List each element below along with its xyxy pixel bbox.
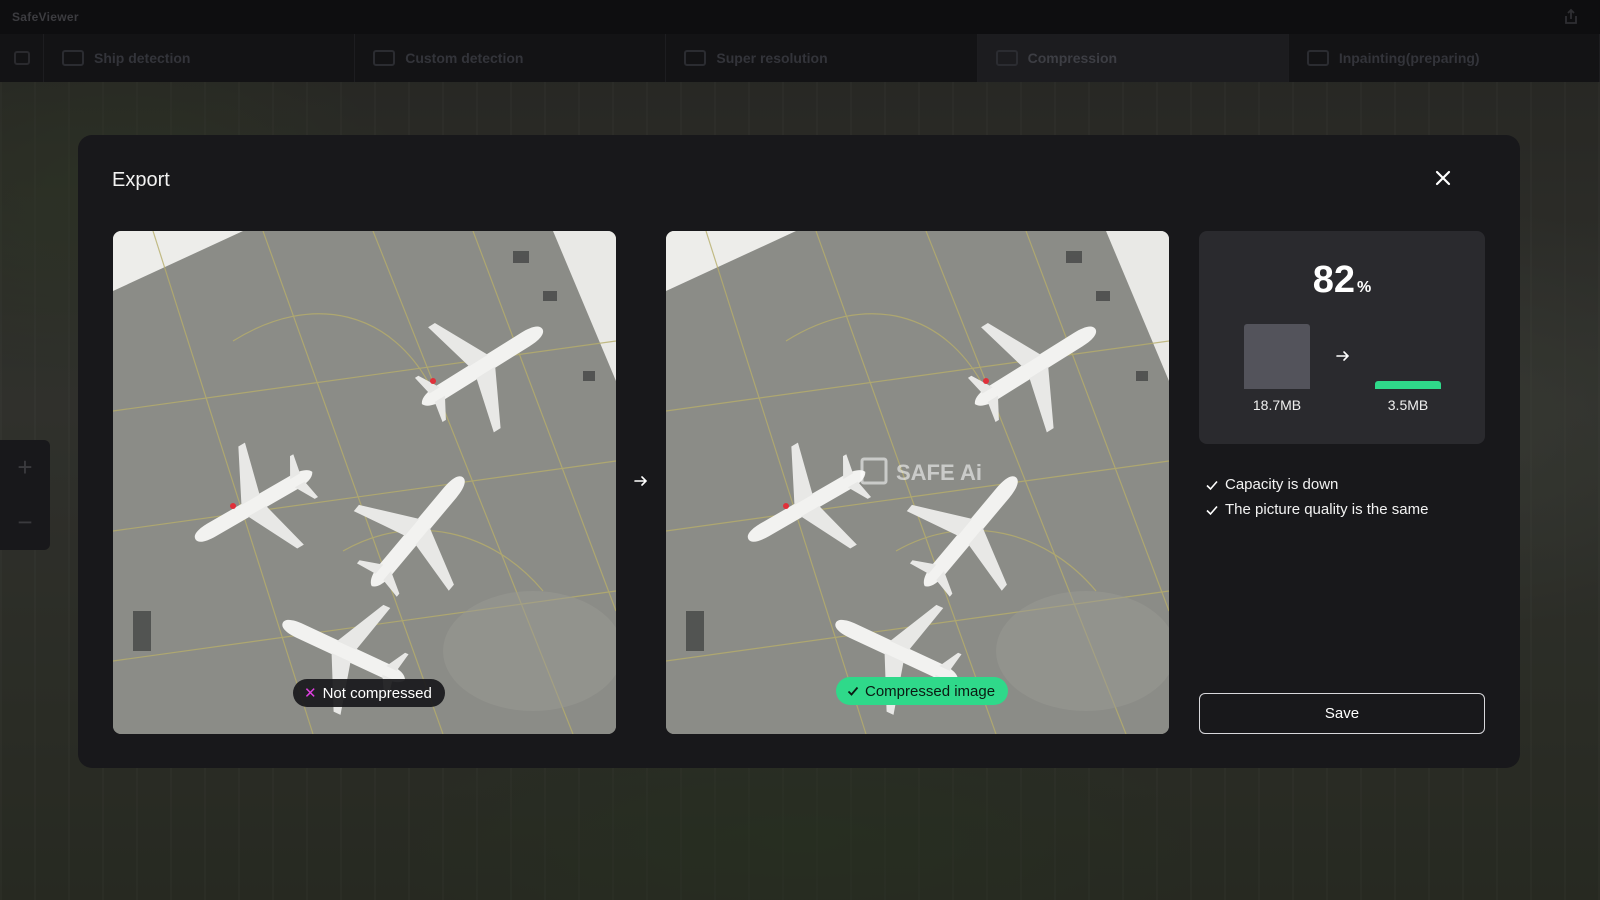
compression-percent: 82% [1199,259,1485,302]
tab-ship-detection[interactable]: Ship detection [44,34,356,82]
size-before-bar [1244,324,1310,389]
tab-label: Inpainting(preparing) [1338,50,1480,66]
tab-label: Ship detection [94,50,191,66]
close-icon[interactable] [1432,167,1454,189]
zoom-out-button[interactable]: − [0,495,50,550]
size-before-label: 18.7MB [1252,397,1302,413]
tab-label: Super resolution [716,50,828,66]
percent-value: 82 [1312,259,1356,301]
benefit-item: Capacity is down [1205,472,1428,497]
feature-tabs: Ship detection Custom detection Super re… [0,34,1600,82]
compressed-badge: Compressed image [836,677,1009,705]
not-compressed-badge: ✕ Not compressed [293,679,445,707]
benefit-label: The picture quality is the same [1225,501,1429,518]
airport-aerial-image [113,231,616,734]
size-after-label: 3.5MB [1387,397,1429,413]
zoom-controls: + − [0,440,50,550]
percent-unit: % [1357,279,1372,296]
tab-custom-detection[interactable]: Custom detection [355,34,667,82]
original-image-preview: ✕ Not compressed [113,231,616,734]
tab-icon [373,50,396,66]
tab-icon [684,50,707,66]
badge-label: Not compressed [322,684,432,702]
tab-home[interactable] [0,34,44,82]
tab-super-resolution[interactable]: Super resolution [666,34,978,82]
benefits-list: Capacity is down The picture quality is … [1205,472,1428,522]
tab-icon [1306,50,1329,66]
check-icon [1206,505,1218,515]
check-icon [847,686,859,696]
app-topbar: SafeViewer [0,0,1600,34]
tab-label: Custom detection [405,50,524,66]
airport-aerial-image: SAFE Ai [666,231,1169,734]
modal-title: Export [112,169,170,191]
zoom-in-button[interactable]: + [0,440,50,495]
home-icon [13,51,30,65]
benefit-item: The picture quality is the same [1205,497,1428,522]
badge-label: Compressed image [865,682,996,700]
benefit-label: Capacity is down [1225,476,1339,493]
tab-icon [995,50,1018,66]
check-icon [1206,480,1218,490]
export-modal: Export ✕ Not compressed SAFE Ai Compress… [78,135,1520,768]
tab-label: Compression [1027,50,1118,66]
save-button[interactable]: Save [1199,693,1485,734]
arrow-right-icon [1336,351,1350,361]
compression-stats-card: 82% 18.7MB 3.5MB [1199,231,1485,444]
app-title: SafeViewer [12,10,79,24]
watermark-text: SAFE Ai [896,460,982,485]
tab-compression[interactable]: Compression [977,34,1289,82]
arrow-right-icon [634,476,648,486]
compressed-image-preview: SAFE Ai Compressed image [666,231,1169,734]
share-icon[interactable] [1562,8,1580,26]
x-icon: ✕ [304,685,317,702]
size-after-bar [1375,381,1441,389]
tab-inpainting[interactable]: Inpainting(preparing) [1289,34,1600,82]
tab-icon [62,50,84,66]
